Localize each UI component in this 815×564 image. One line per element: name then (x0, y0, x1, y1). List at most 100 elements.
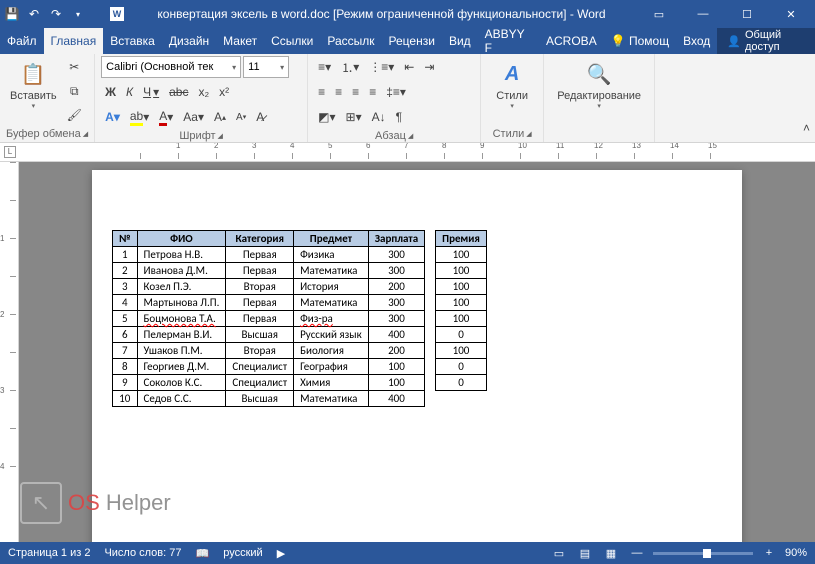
tab-abbyy[interactable]: ABBYY F (478, 28, 539, 54)
table-cell[interactable]: 5 (113, 311, 138, 327)
table-cell[interactable]: 200 (368, 343, 424, 359)
tab-view[interactable]: Вид (442, 28, 478, 54)
table-row[interactable]: 10Седов С.С.ВысшаяМатематика400 (113, 391, 425, 407)
table-cell[interactable]: Вторая (226, 343, 294, 359)
align-right-button[interactable]: ≡ (348, 81, 363, 103)
zoom-level[interactable]: 90% (785, 547, 807, 559)
bonus-cell[interactable]: 100 (436, 295, 487, 311)
spellcheck-icon[interactable]: 📖 (196, 547, 210, 560)
table-cell[interactable]: Биология (294, 343, 369, 359)
shrink-font-button[interactable]: A▾ (232, 106, 250, 128)
table-cell[interactable]: Ушаков П.М. (137, 343, 226, 359)
bonus-table[interactable]: Премия 100100100100100010000 (435, 230, 487, 391)
language-indicator[interactable]: русский (223, 547, 262, 559)
styles-button[interactable]: A Стили ▾ (487, 56, 537, 112)
dialog-launcher-icon[interactable]: ◢ (218, 132, 223, 140)
table-cell[interactable]: 2 (113, 263, 138, 279)
share-button[interactable]: 👤Общий доступ (717, 28, 815, 54)
macro-icon[interactable]: ▶ (277, 547, 285, 560)
outdent-button[interactable]: ⇤ (400, 56, 418, 78)
table-cell[interactable]: Математика (294, 295, 369, 311)
tab-layout[interactable]: Макет (216, 28, 264, 54)
table-cell[interactable]: 300 (368, 295, 424, 311)
table-cell[interactable]: 400 (368, 391, 424, 407)
strikethrough-button[interactable]: abc (165, 81, 192, 103)
table-cell[interactable]: Математика (294, 391, 369, 407)
tab-home[interactable]: Главная (44, 28, 104, 54)
horizontal-ruler[interactable]: L 123456789101112131415 (0, 143, 815, 162)
show-marks-button[interactable]: ¶ (392, 106, 406, 128)
table-row[interactable]: 9Соколов К.С.СпециалистХимия100 (113, 375, 425, 391)
tab-references[interactable]: Ссылки (264, 28, 320, 54)
minimize-icon[interactable]: ― (683, 2, 723, 26)
bonus-cell[interactable]: 100 (436, 279, 487, 295)
table-cell[interactable]: Пелерман В.И. (137, 327, 226, 343)
cut-button[interactable]: ✂ (63, 56, 86, 78)
table-cell[interactable]: Специалист (226, 375, 294, 391)
table-cell[interactable]: Вторая (226, 279, 294, 295)
table-cell[interactable]: 100 (368, 375, 424, 391)
table-cell[interactable]: Соколов К.С. (137, 375, 226, 391)
text-effects-button[interactable]: A▾ (101, 106, 124, 128)
tab-design[interactable]: Дизайн (162, 28, 216, 54)
zoom-in-icon[interactable]: + (759, 545, 779, 561)
justify-button[interactable]: ≡ (365, 81, 380, 103)
table-cell[interactable]: Козел П.Э. (137, 279, 226, 295)
tell-me[interactable]: 💡 Помощ (604, 28, 676, 54)
table-cell[interactable]: Мартынова Л.П. (137, 295, 226, 311)
table-cell[interactable]: Боцмонова Т.А. (137, 311, 226, 327)
editing-button[interactable]: 🔍 Редактирование ▾ (550, 56, 648, 112)
bonus-cell[interactable]: 100 (436, 263, 487, 279)
table-cell[interactable]: Первая (226, 263, 294, 279)
main-table[interactable]: №ФИОКатегорияПредметЗарплата 1Петрова Н.… (112, 230, 425, 407)
table-cell[interactable]: Физика (294, 247, 369, 263)
numbering-button[interactable]: ⒈▾ (337, 56, 363, 78)
word-count[interactable]: Число слов: 77 (104, 547, 181, 559)
bonus-cell[interactable]: 100 (436, 247, 487, 263)
close-icon[interactable]: ✕ (771, 2, 811, 26)
line-spacing-button[interactable]: ‡≡▾ (382, 81, 410, 103)
table-cell[interactable]: 4 (113, 295, 138, 311)
subscript-button[interactable]: x₂ (194, 81, 213, 103)
table-cell[interactable]: Георгиев Д.М. (137, 359, 226, 375)
multilevel-button[interactable]: ⋮≡▾ (365, 56, 398, 78)
table-cell[interactable]: Русский язык (294, 327, 369, 343)
zoom-slider[interactable] (653, 552, 753, 555)
bonus-cell[interactable]: 0 (436, 375, 487, 391)
bonus-cell[interactable]: 100 (436, 311, 487, 327)
align-center-button[interactable]: ≡ (331, 81, 346, 103)
table-cell[interactable]: 9 (113, 375, 138, 391)
table-cell[interactable]: Высшая (226, 327, 294, 343)
vertical-ruler[interactable]: 1234 (0, 162, 19, 542)
dialog-launcher-icon[interactable]: ◢ (408, 132, 413, 140)
table-cell[interactable]: 7 (113, 343, 138, 359)
read-mode-icon[interactable]: ▭ (549, 545, 569, 561)
bonus-cell[interactable]: 100 (436, 343, 487, 359)
table-cell[interactable]: Высшая (226, 391, 294, 407)
table-cell[interactable]: 1 (113, 247, 138, 263)
table-cell[interactable]: 300 (368, 311, 424, 327)
collapse-ribbon-icon[interactable]: ˄ (798, 114, 815, 142)
table-cell[interactable]: Петрова Н.В. (137, 247, 226, 263)
font-color-button[interactable]: A▾ (155, 106, 177, 128)
clear-format-button[interactable]: A̷ (252, 106, 268, 128)
redo-icon[interactable]: ↷ (48, 6, 64, 22)
change-case-button[interactable]: Aa▾ (179, 106, 208, 128)
shading-button[interactable]: ◩▾ (314, 106, 339, 128)
bullets-button[interactable]: ≡▾ (314, 56, 335, 78)
table-cell[interactable]: Иванова Д.М. (137, 263, 226, 279)
superscript-button[interactable]: x² (215, 81, 233, 103)
table-cell[interactable]: 10 (113, 391, 138, 407)
copy-button[interactable]: ⧉ (63, 80, 86, 102)
bonus-cell[interactable]: 0 (436, 359, 487, 375)
font-size-combo[interactable]: 11▾ (243, 56, 289, 78)
tab-insert[interactable]: Вставка (103, 28, 162, 54)
table-cell[interactable]: 200 (368, 279, 424, 295)
bold-button[interactable]: Ж (101, 81, 120, 103)
tab-mailings[interactable]: Рассылк (320, 28, 381, 54)
undo-icon[interactable]: ↶ (26, 6, 42, 22)
save-icon[interactable]: 💾 (4, 6, 20, 22)
table-cell[interactable]: Математика (294, 263, 369, 279)
table-cell[interactable]: Первая (226, 311, 294, 327)
print-layout-icon[interactable]: ▤ (575, 545, 595, 561)
